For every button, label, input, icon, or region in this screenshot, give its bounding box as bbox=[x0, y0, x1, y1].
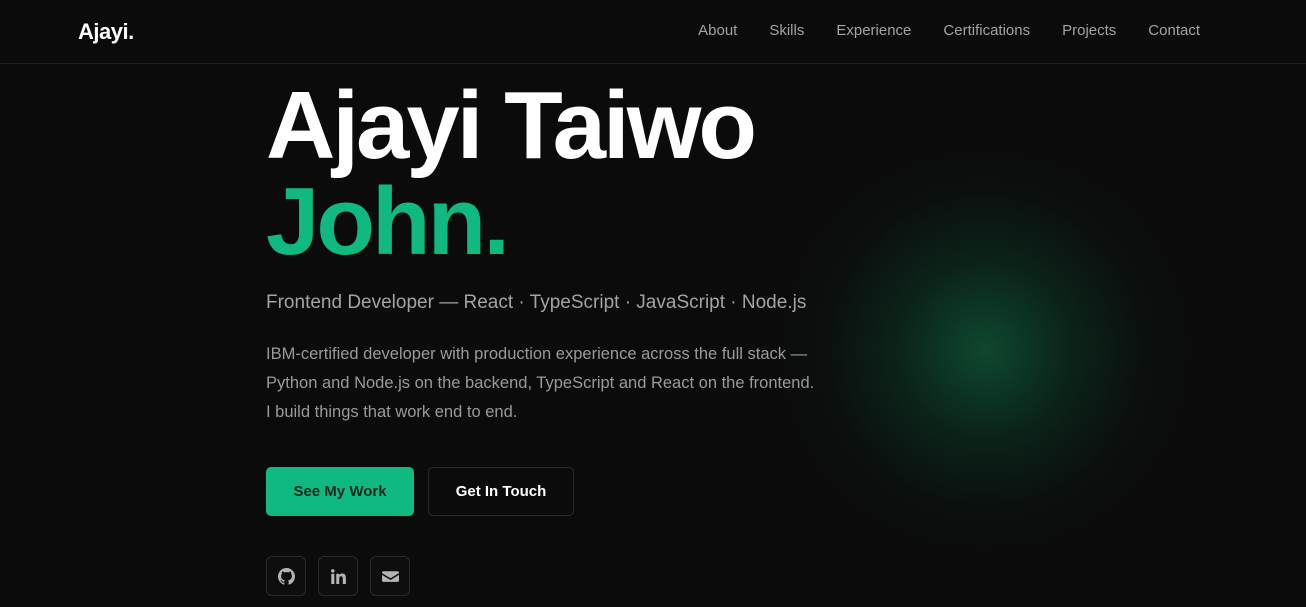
main-nav: About Skills Experience Certifications P… bbox=[698, 22, 1200, 39]
hero-bio-line: I build things that work end to end. bbox=[266, 403, 518, 421]
nav-certifications[interactable]: Certifications bbox=[943, 22, 1030, 39]
linkedin-icon bbox=[330, 568, 346, 584]
email-link[interactable] bbox=[370, 556, 410, 596]
hero-bio-line: Python and Node.js on the backend, TypeS… bbox=[266, 374, 815, 392]
nav-experience[interactable]: Experience bbox=[836, 22, 911, 39]
hero-actions: See My Work Get In Touch bbox=[266, 467, 906, 516]
github-link[interactable] bbox=[266, 556, 306, 596]
get-in-touch-button[interactable]: Get In Touch bbox=[428, 467, 574, 516]
github-icon bbox=[277, 567, 295, 585]
social-links bbox=[266, 556, 906, 596]
mail-icon bbox=[381, 570, 399, 582]
hero-section: Ajayi Taiwo John. Frontend Developer — R… bbox=[266, 78, 906, 596]
hero-name-first: Ajayi Taiwo bbox=[266, 72, 757, 179]
hero-name-last: John. bbox=[266, 168, 510, 275]
linkedin-link[interactable] bbox=[318, 556, 358, 596]
nav-projects[interactable]: Projects bbox=[1062, 22, 1116, 39]
top-navbar: Ajayi. About Skills Experience Certifica… bbox=[0, 0, 1306, 64]
site-logo[interactable]: Ajayi. bbox=[78, 19, 134, 45]
hero-bio-line: IBM-certified developer with production … bbox=[266, 345, 808, 363]
nav-about[interactable]: About bbox=[698, 22, 737, 39]
nav-skills[interactable]: Skills bbox=[769, 22, 804, 39]
page: Ajayi. About Skills Experience Certifica… bbox=[0, 0, 1306, 607]
see-my-work-button[interactable]: See My Work bbox=[266, 467, 414, 516]
nav-contact[interactable]: Contact bbox=[1148, 22, 1200, 39]
hero-role: Frontend Developer — React · TypeScript … bbox=[266, 292, 807, 313]
hero-bio: IBM-certified developer with production … bbox=[266, 340, 876, 427]
